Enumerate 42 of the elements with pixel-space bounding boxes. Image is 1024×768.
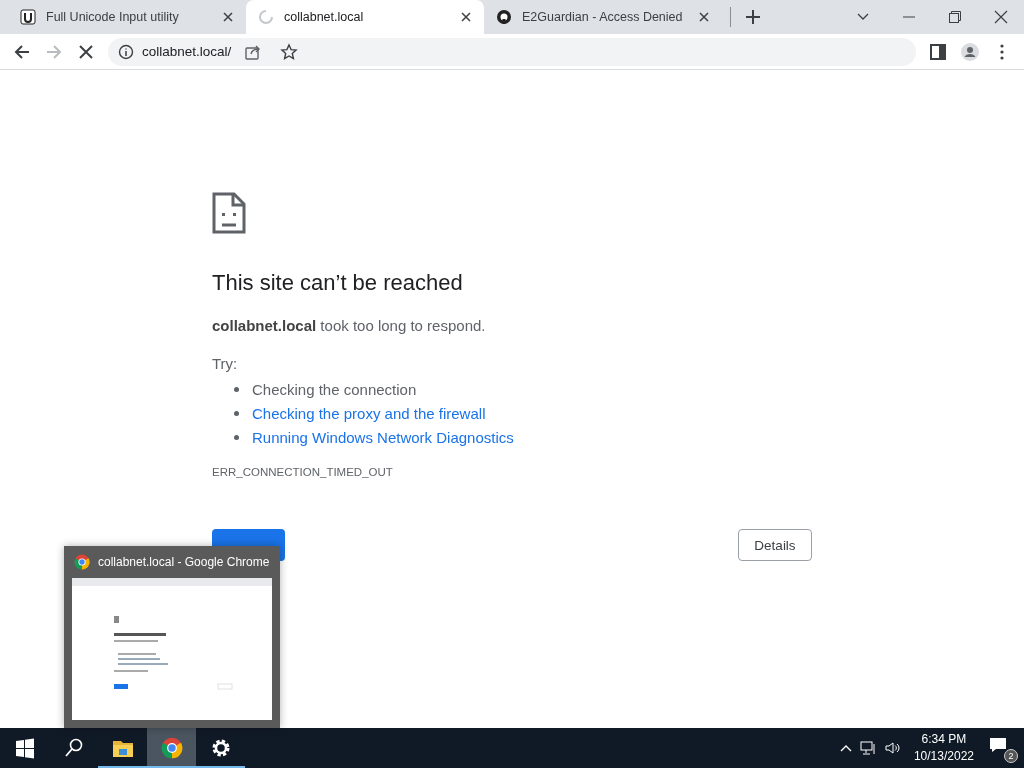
info-icon <box>118 43 134 60</box>
url-text: collabnet.local/ <box>142 44 232 59</box>
stop-icon[interactable] <box>77 42 95 61</box>
bullet-icon <box>234 386 239 392</box>
taskbar-preview-popup[interactable]: collabnet.local - Google Chrome <box>64 546 280 728</box>
details-button[interactable]: Details <box>738 529 812 561</box>
preview-title: collabnet.local - Google Chrome <box>98 555 270 569</box>
close-icon[interactable] <box>994 10 1008 24</box>
windows-logo-icon <box>13 737 36 759</box>
side-panel-icon[interactable] <box>929 42 947 61</box>
back-arrow-icon[interactable] <box>13 42 31 61</box>
clock-time: 6:34 PM <box>920 731 968 748</box>
restore-icon[interactable] <box>948 10 962 24</box>
speaker-icon[interactable] <box>883 741 900 755</box>
network-icon[interactable] <box>859 741 876 755</box>
clock-date: 10/13/2022 <box>913 748 974 765</box>
notification-count: 2 <box>1004 749 1018 763</box>
browser-tab[interactable]: E2Guardian - Access Denied <box>484 0 722 34</box>
suggestion-link[interactable]: Running Windows Network Diagnostics <box>252 428 514 446</box>
sad-page-icon <box>212 192 246 234</box>
error-title: This site can’t be reached <box>212 270 464 296</box>
browser-tab[interactable]: collabnet.local <box>246 0 484 34</box>
star-icon[interactable] <box>280 42 299 61</box>
try-label: Try: <box>212 355 239 372</box>
suggestion-link[interactable]: Checking the proxy and the firewall <box>252 404 486 422</box>
search-icon <box>62 737 85 759</box>
clock[interactable]: 6:34 PM 10/13/2022 <box>907 731 980 765</box>
bullet-icon <box>234 410 239 416</box>
plus-icon[interactable] <box>746 10 760 24</box>
bullet-icon <box>234 434 239 440</box>
loading-spinner-icon <box>258 9 274 25</box>
profile-avatar-icon[interactable] <box>961 42 979 61</box>
address-bar[interactable]: collabnet.local/ <box>108 37 916 66</box>
error-code: ERR_CONNECTION_TIMED_OUT <box>212 466 394 478</box>
browser-tab[interactable]: Full Unicode Input utility <box>8 0 246 34</box>
unicode-favicon-icon <box>20 9 36 25</box>
error-message: collabnet.local took too long to respond. <box>212 317 487 334</box>
chevron-up-icon[interactable] <box>839 744 852 752</box>
chrome-logo-icon <box>74 554 90 570</box>
notification-icon[interactable] <box>988 735 1008 755</box>
suggestion-text: Checking the connection <box>252 380 417 398</box>
chrome-logo-icon <box>160 737 183 759</box>
